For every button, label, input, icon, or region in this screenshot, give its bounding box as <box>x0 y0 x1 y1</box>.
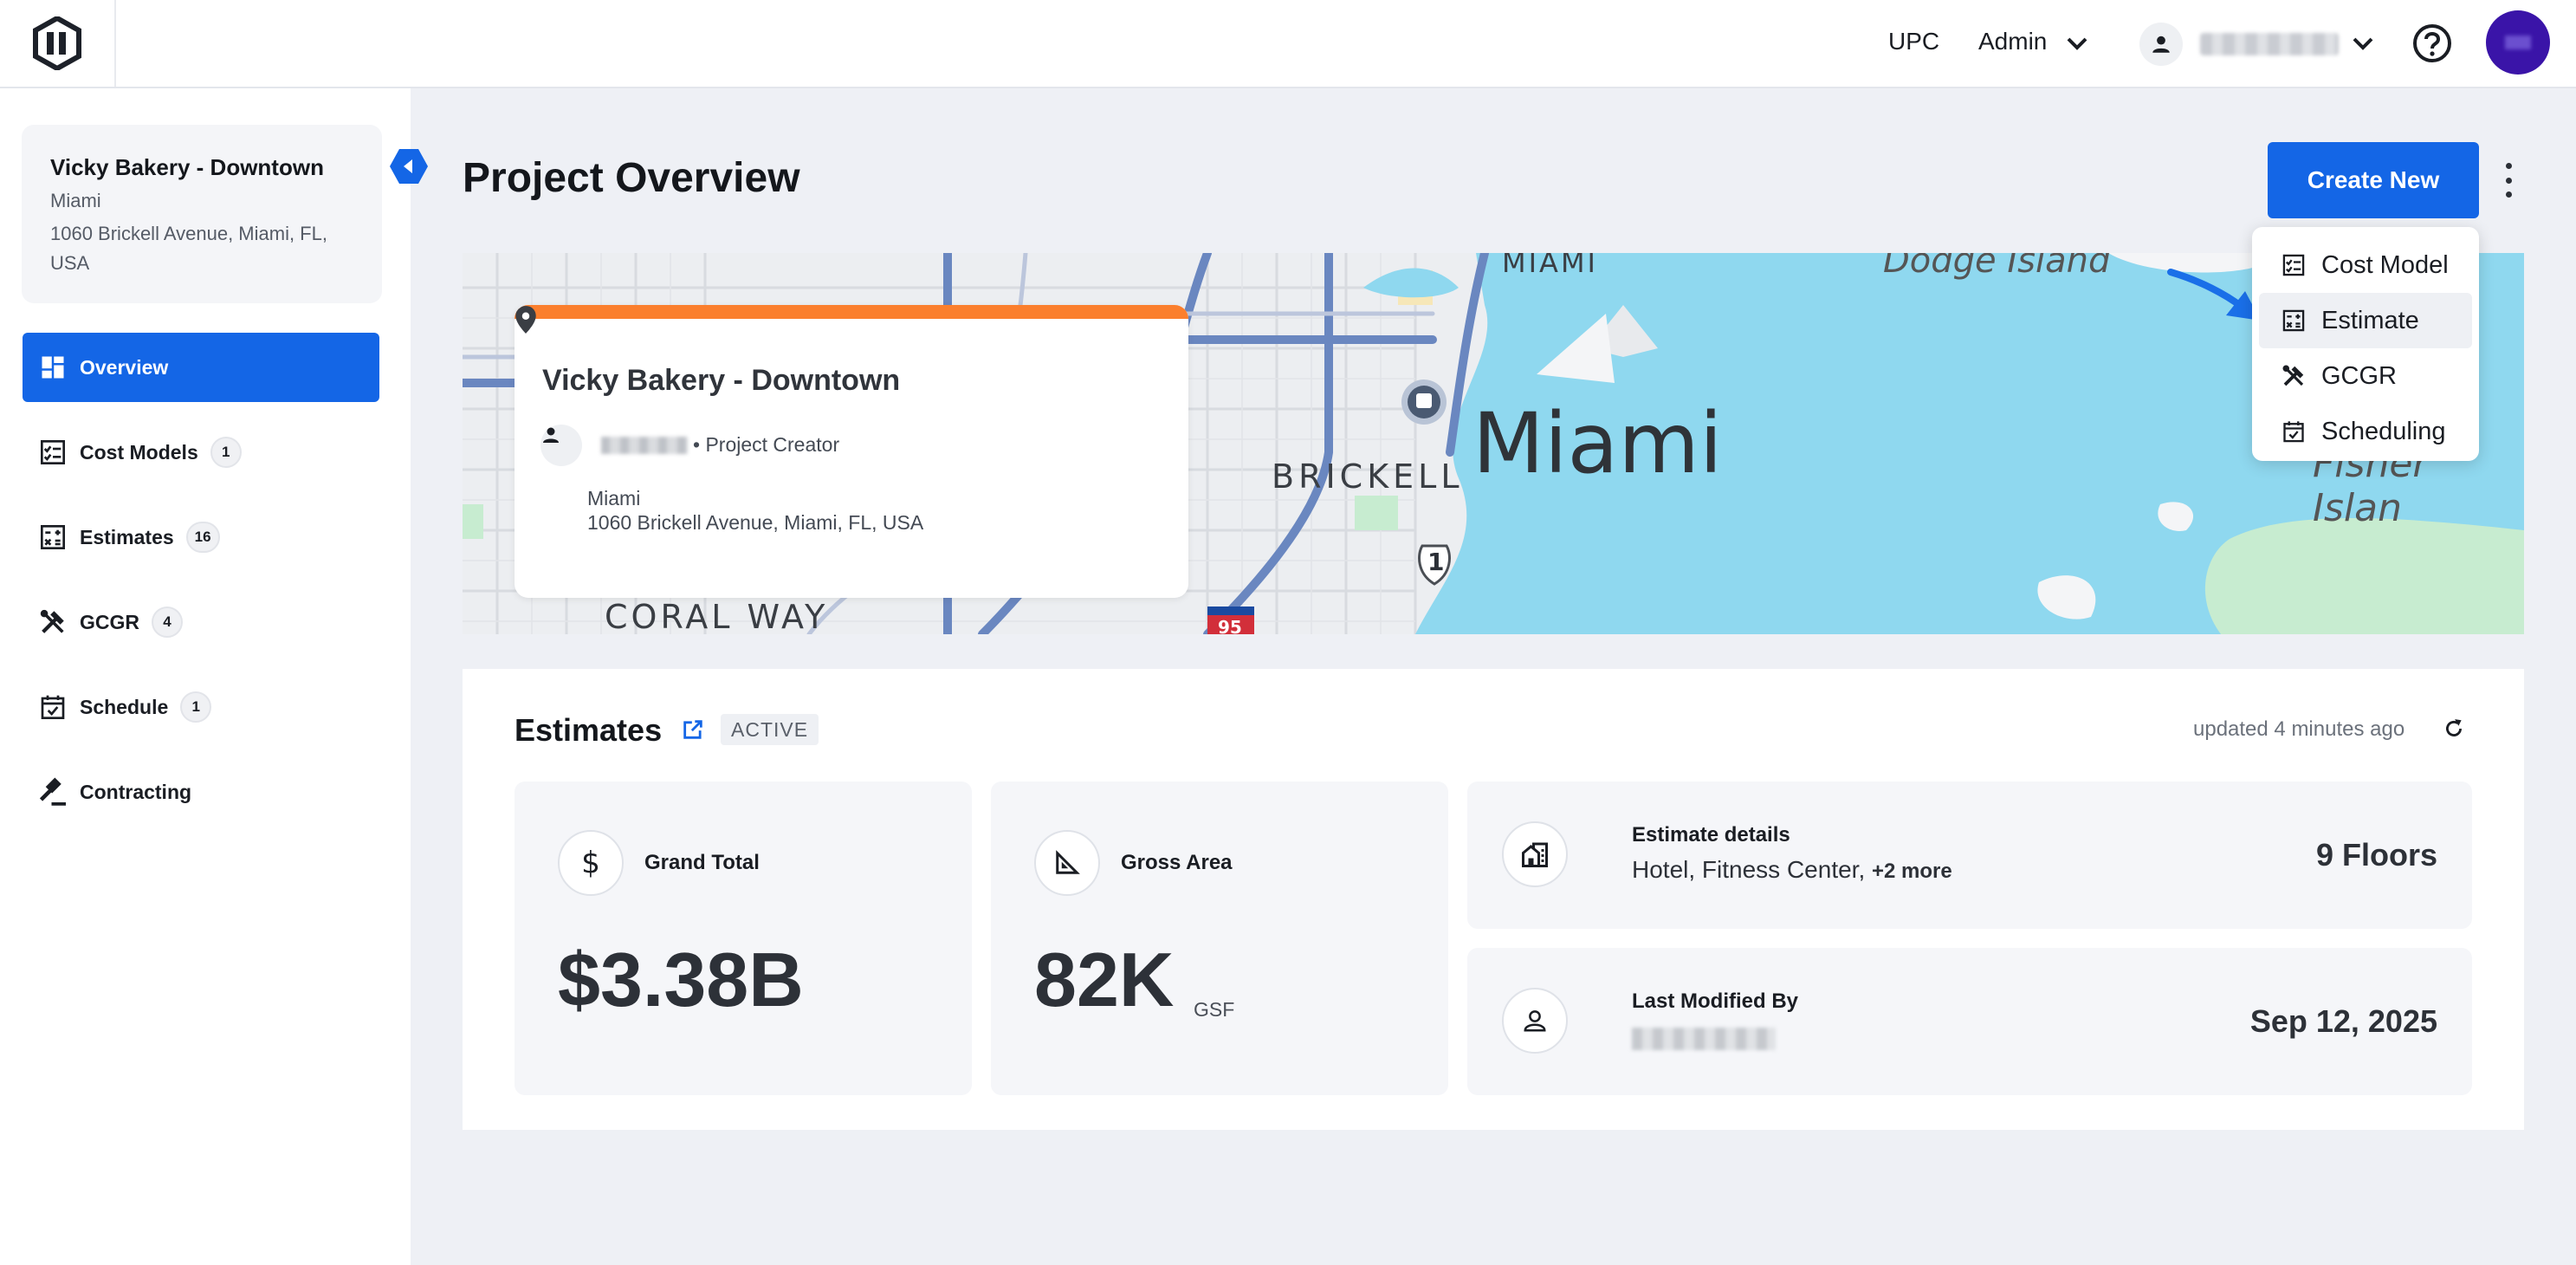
map-project-card: Vicky Bakery - Downtown • Project Creato… <box>515 305 1188 598</box>
checklist-icon <box>2280 251 2307 279</box>
chevron-down-icon[interactable] <box>2349 29 2377 57</box>
dollar-icon: $ <box>558 830 624 896</box>
top-bar: UPC Admin <box>0 0 2576 88</box>
sidebar-item-label: Schedule <box>80 695 169 718</box>
person-icon <box>2152 36 2170 53</box>
sidebar-item-label: Overview <box>80 355 169 379</box>
sidebar-item-label: Contracting <box>80 780 192 803</box>
floors-count: 9 Floors <box>2315 837 2437 873</box>
gross-area-unit: GSF <box>1194 998 1235 1021</box>
user-name-redacted <box>2200 33 2339 55</box>
checklist-icon <box>36 436 69 469</box>
menu-item-estimate[interactable]: Estimate <box>2259 293 2472 348</box>
more-options-icon[interactable] <box>2498 163 2519 198</box>
creator-name-redacted <box>601 437 688 454</box>
grand-total-value: $3.38B <box>558 937 804 1022</box>
updated-timestamp: updated 4 minutes ago <box>2193 717 2405 741</box>
count-badge: 4 <box>152 607 183 638</box>
area-ruler-icon <box>1034 830 1100 896</box>
estimates-panel: Estimates ACTIVE updated 4 minutes ago $… <box>463 669 2524 1130</box>
app-logo[interactable] <box>0 0 116 87</box>
map-label-miami-downtown: MIAMI <box>1502 253 1598 279</box>
menu-item-label: GCGR <box>2321 361 2397 390</box>
status-badge: ACTIVE <box>721 714 819 745</box>
gavel-icon <box>36 775 69 808</box>
calendar-check-icon <box>2280 418 2307 445</box>
last-modified-label: Last Modified By <box>1632 989 1799 1013</box>
estimate-details-value: Hotel, Fitness Center, +2 more <box>1632 856 1952 883</box>
user-icon[interactable] <box>2139 23 2183 66</box>
sidebar-item-contracting[interactable]: Contracting <box>23 757 379 827</box>
last-modified-card: Last Modified By Sep 12, 2025 <box>1467 948 2472 1095</box>
last-modified-date: Sep 12, 2025 <box>2249 1003 2437 1039</box>
calculator-icon <box>36 521 69 554</box>
calendar-check-icon <box>36 691 69 723</box>
grand-total-card: $ Grand Total $3.38B <box>515 782 972 1095</box>
map-label-us1: 1 <box>1427 548 1445 576</box>
map-label-dodge-island: Dodge Island <box>1883 253 2111 281</box>
create-new-menu: Cost Model Estimate GCGR Scheduling <box>2252 227 2479 461</box>
sidebar-item-gcgr[interactable]: GCGR 4 <box>23 587 379 657</box>
project-name: Vicky Bakery - Downtown <box>50 154 324 180</box>
count-badge: 16 <box>185 522 220 553</box>
map-card-address: 1060 Brickell Avenue, Miami, FL, USA <box>587 511 924 534</box>
map-label-brickell: BRICKELL <box>1272 457 1464 496</box>
sidebar: Vicky Bakery - Downtown Miami 1060 Brick… <box>0 88 411 1265</box>
sidebar-nav: Overview Cost Models 1 Estimates 16 GCGR… <box>23 333 379 842</box>
admin-menu[interactable]: Admin <box>1978 28 2047 55</box>
map-label-miami: Miami <box>1472 395 1723 492</box>
map-card-title: Vicky Bakery - Downtown <box>542 364 901 397</box>
person-icon <box>540 425 582 466</box>
menu-item-label: Cost Model <box>2321 250 2449 279</box>
avatar[interactable] <box>2486 10 2550 75</box>
creator-role: • Project Creator <box>693 433 840 456</box>
gross-area-value: 82K <box>1034 937 1175 1022</box>
svg-text:$: $ <box>581 846 600 880</box>
chevron-down-icon[interactable] <box>2063 29 2091 57</box>
upc-link[interactable]: UPC <box>1888 28 1939 55</box>
count-badge: 1 <box>180 691 212 723</box>
external-link-icon[interactable] <box>681 717 705 742</box>
menu-item-cost-model[interactable]: Cost Model <box>2259 237 2472 293</box>
grand-total-label: Grand Total <box>644 851 760 874</box>
sidebar-item-label: GCGR <box>80 610 139 633</box>
create-new-button[interactable]: Create New <box>2268 142 2479 218</box>
gross-area-label: Gross Area <box>1121 851 1233 874</box>
person-outline-icon <box>1502 988 1568 1054</box>
map-card-city: Miami <box>587 487 641 509</box>
estimates-title: Estimates <box>515 712 663 748</box>
more-link[interactable]: +2 more <box>1872 860 1952 883</box>
sidebar-item-overview[interactable]: Overview <box>23 333 379 402</box>
sidebar-item-estimates[interactable]: Estimates 16 <box>23 503 379 572</box>
calculator-icon <box>2280 307 2307 334</box>
tools-icon <box>36 606 69 639</box>
sidebar-item-schedule[interactable]: Schedule 1 <box>23 672 379 742</box>
gross-area-card: Gross Area 82K GSF <box>991 782 1448 1095</box>
tools-icon <box>2280 362 2307 390</box>
count-badge: 1 <box>210 437 242 468</box>
map-label-i95: 95 <box>1218 617 1242 634</box>
menu-item-scheduling[interactable]: Scheduling <box>2259 404 2472 459</box>
menu-item-gcgr[interactable]: GCGR <box>2259 348 2472 404</box>
sidebar-item-label: Cost Models <box>80 440 198 464</box>
menu-item-label: Scheduling <box>2321 417 2446 445</box>
logo-icon <box>33 16 81 70</box>
collapse-sidebar-button[interactable] <box>390 149 428 184</box>
sidebar-item-label: Estimates <box>80 525 174 548</box>
help-icon[interactable] <box>2412 23 2452 63</box>
modifier-name-redacted <box>1632 1028 1776 1050</box>
map-label-coral-way: CORAL WAY <box>605 598 829 634</box>
project-address: 1060 Brickell Avenue, Miami, FL, USA <box>50 223 327 274</box>
project-card: Vicky Bakery - Downtown Miami 1060 Brick… <box>22 125 382 303</box>
building-icon <box>1502 821 1568 887</box>
sidebar-item-cost-models[interactable]: Cost Models 1 <box>23 418 379 487</box>
estimate-details-label: Estimate details <box>1632 823 1790 847</box>
page-title: Project Overview <box>463 155 800 201</box>
project-city: Miami <box>50 190 101 211</box>
refresh-icon[interactable] <box>2443 717 2465 740</box>
dashboard-icon <box>36 351 69 384</box>
estimate-details-card: Estimate details Hotel, Fitness Center, … <box>1467 782 2472 929</box>
menu-item-label: Estimate <box>2321 306 2419 334</box>
location-pin-icon <box>515 306 536 334</box>
